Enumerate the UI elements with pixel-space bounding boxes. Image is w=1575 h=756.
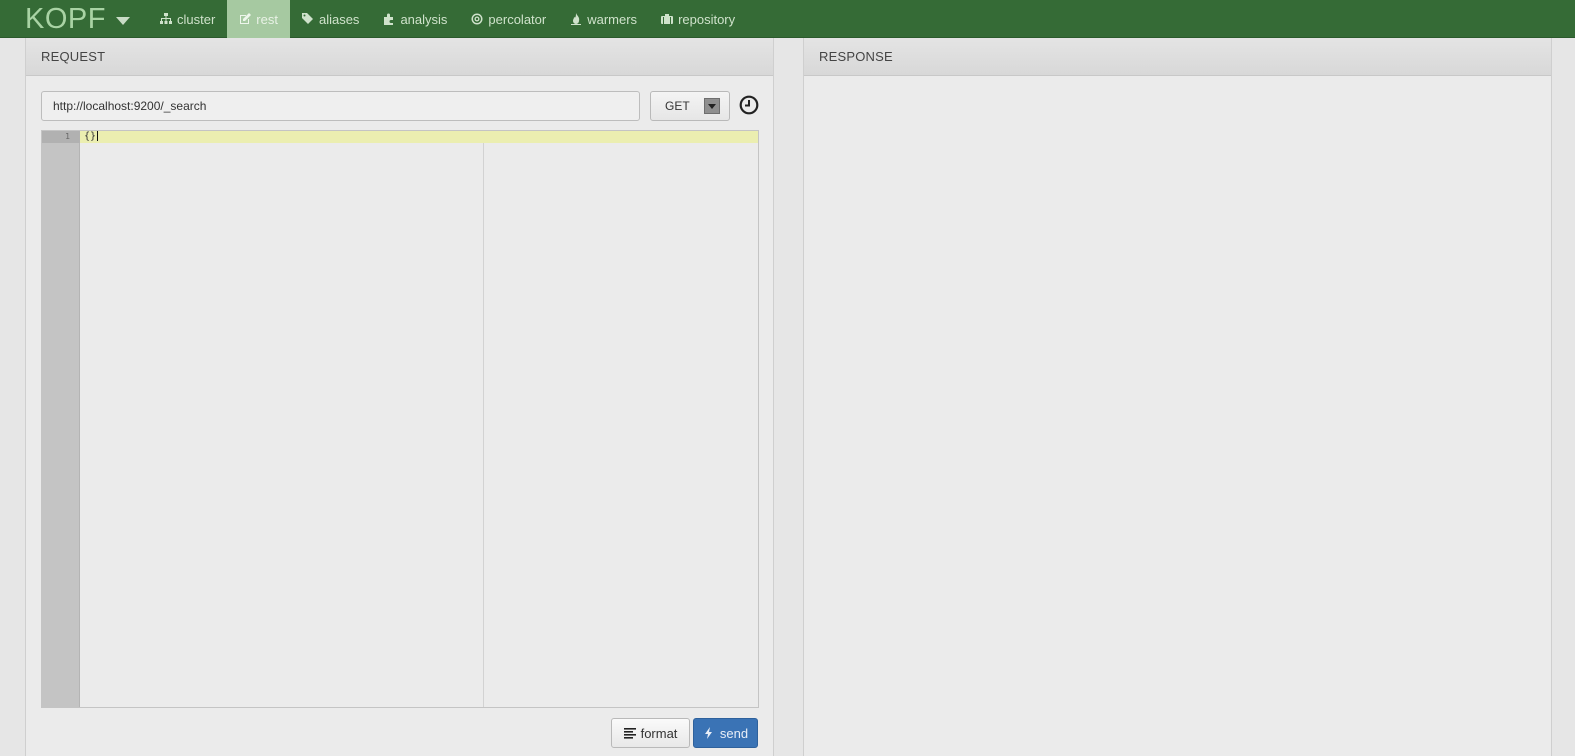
editor-code-content: {} xyxy=(84,131,97,142)
brand-title: KOPF xyxy=(25,2,106,35)
url-input[interactable] xyxy=(41,91,640,121)
send-button-label: send xyxy=(719,725,749,741)
nav-item-rest[interactable]: rest xyxy=(227,0,290,38)
format-button-label: format xyxy=(640,725,678,741)
nav-item-cluster[interactable]: cluster xyxy=(148,0,227,38)
nav-item-label: rest xyxy=(256,11,278,27)
top-navbar: KOPF cluster rest aliases analysis perco… xyxy=(0,0,1575,38)
nav-item-label: cluster xyxy=(177,11,216,27)
response-panel: RESPONSE xyxy=(803,38,1552,756)
sitemap-icon xyxy=(160,13,172,24)
nav-item-label: percolator xyxy=(488,11,547,27)
send-button[interactable]: send xyxy=(693,718,758,748)
tags-icon xyxy=(301,13,313,24)
nav-item-label: aliases xyxy=(318,11,360,27)
text-cursor xyxy=(97,131,99,141)
response-panel-header: RESPONSE xyxy=(804,38,1551,76)
request-title: REQUEST xyxy=(41,49,106,64)
briefcase-icon xyxy=(661,14,674,24)
request-panel-header: REQUEST xyxy=(26,38,773,76)
fire-icon xyxy=(571,13,582,25)
nav-item-label: analysis xyxy=(400,11,448,27)
brand-menu[interactable]: KOPF xyxy=(25,0,130,38)
method-select[interactable]: GET xyxy=(650,91,730,121)
caret-down-icon xyxy=(115,16,130,25)
nav-item-repository[interactable]: repository xyxy=(649,0,747,38)
puzzle-icon xyxy=(384,13,394,25)
response-title: RESPONSE xyxy=(819,49,893,64)
request-body-editor[interactable]: 1 {} xyxy=(41,130,759,708)
dropdown-arrow-icon xyxy=(704,98,720,114)
editor-active-line xyxy=(80,131,758,143)
method-value: GET xyxy=(665,99,690,113)
nav-item-aliases[interactable]: aliases xyxy=(290,0,371,38)
bolt-icon xyxy=(704,727,712,739)
format-button[interactable]: format xyxy=(611,718,690,748)
edit-icon xyxy=(240,13,252,24)
main-nav: cluster rest aliases analysis percolator… xyxy=(148,0,747,38)
line-number: 1 xyxy=(65,132,70,141)
nav-item-percolator[interactable]: percolator xyxy=(459,0,558,38)
nav-item-analysis[interactable]: analysis xyxy=(371,0,459,38)
editor-gutter: 1 xyxy=(42,131,80,707)
bullseye-icon xyxy=(471,13,483,25)
history-clock-icon[interactable] xyxy=(739,95,759,115)
nav-item-label: repository xyxy=(678,11,736,27)
gutter-active-line: 1 xyxy=(42,131,80,143)
editor-code-line[interactable]: {} xyxy=(84,131,99,143)
nav-item-label: warmers xyxy=(587,11,638,27)
align-left-icon xyxy=(623,728,636,739)
editor-print-margin xyxy=(483,143,484,707)
request-panel: REQUEST GET 1 {} format send xyxy=(25,38,774,756)
nav-item-warmers[interactable]: warmers xyxy=(558,0,649,38)
